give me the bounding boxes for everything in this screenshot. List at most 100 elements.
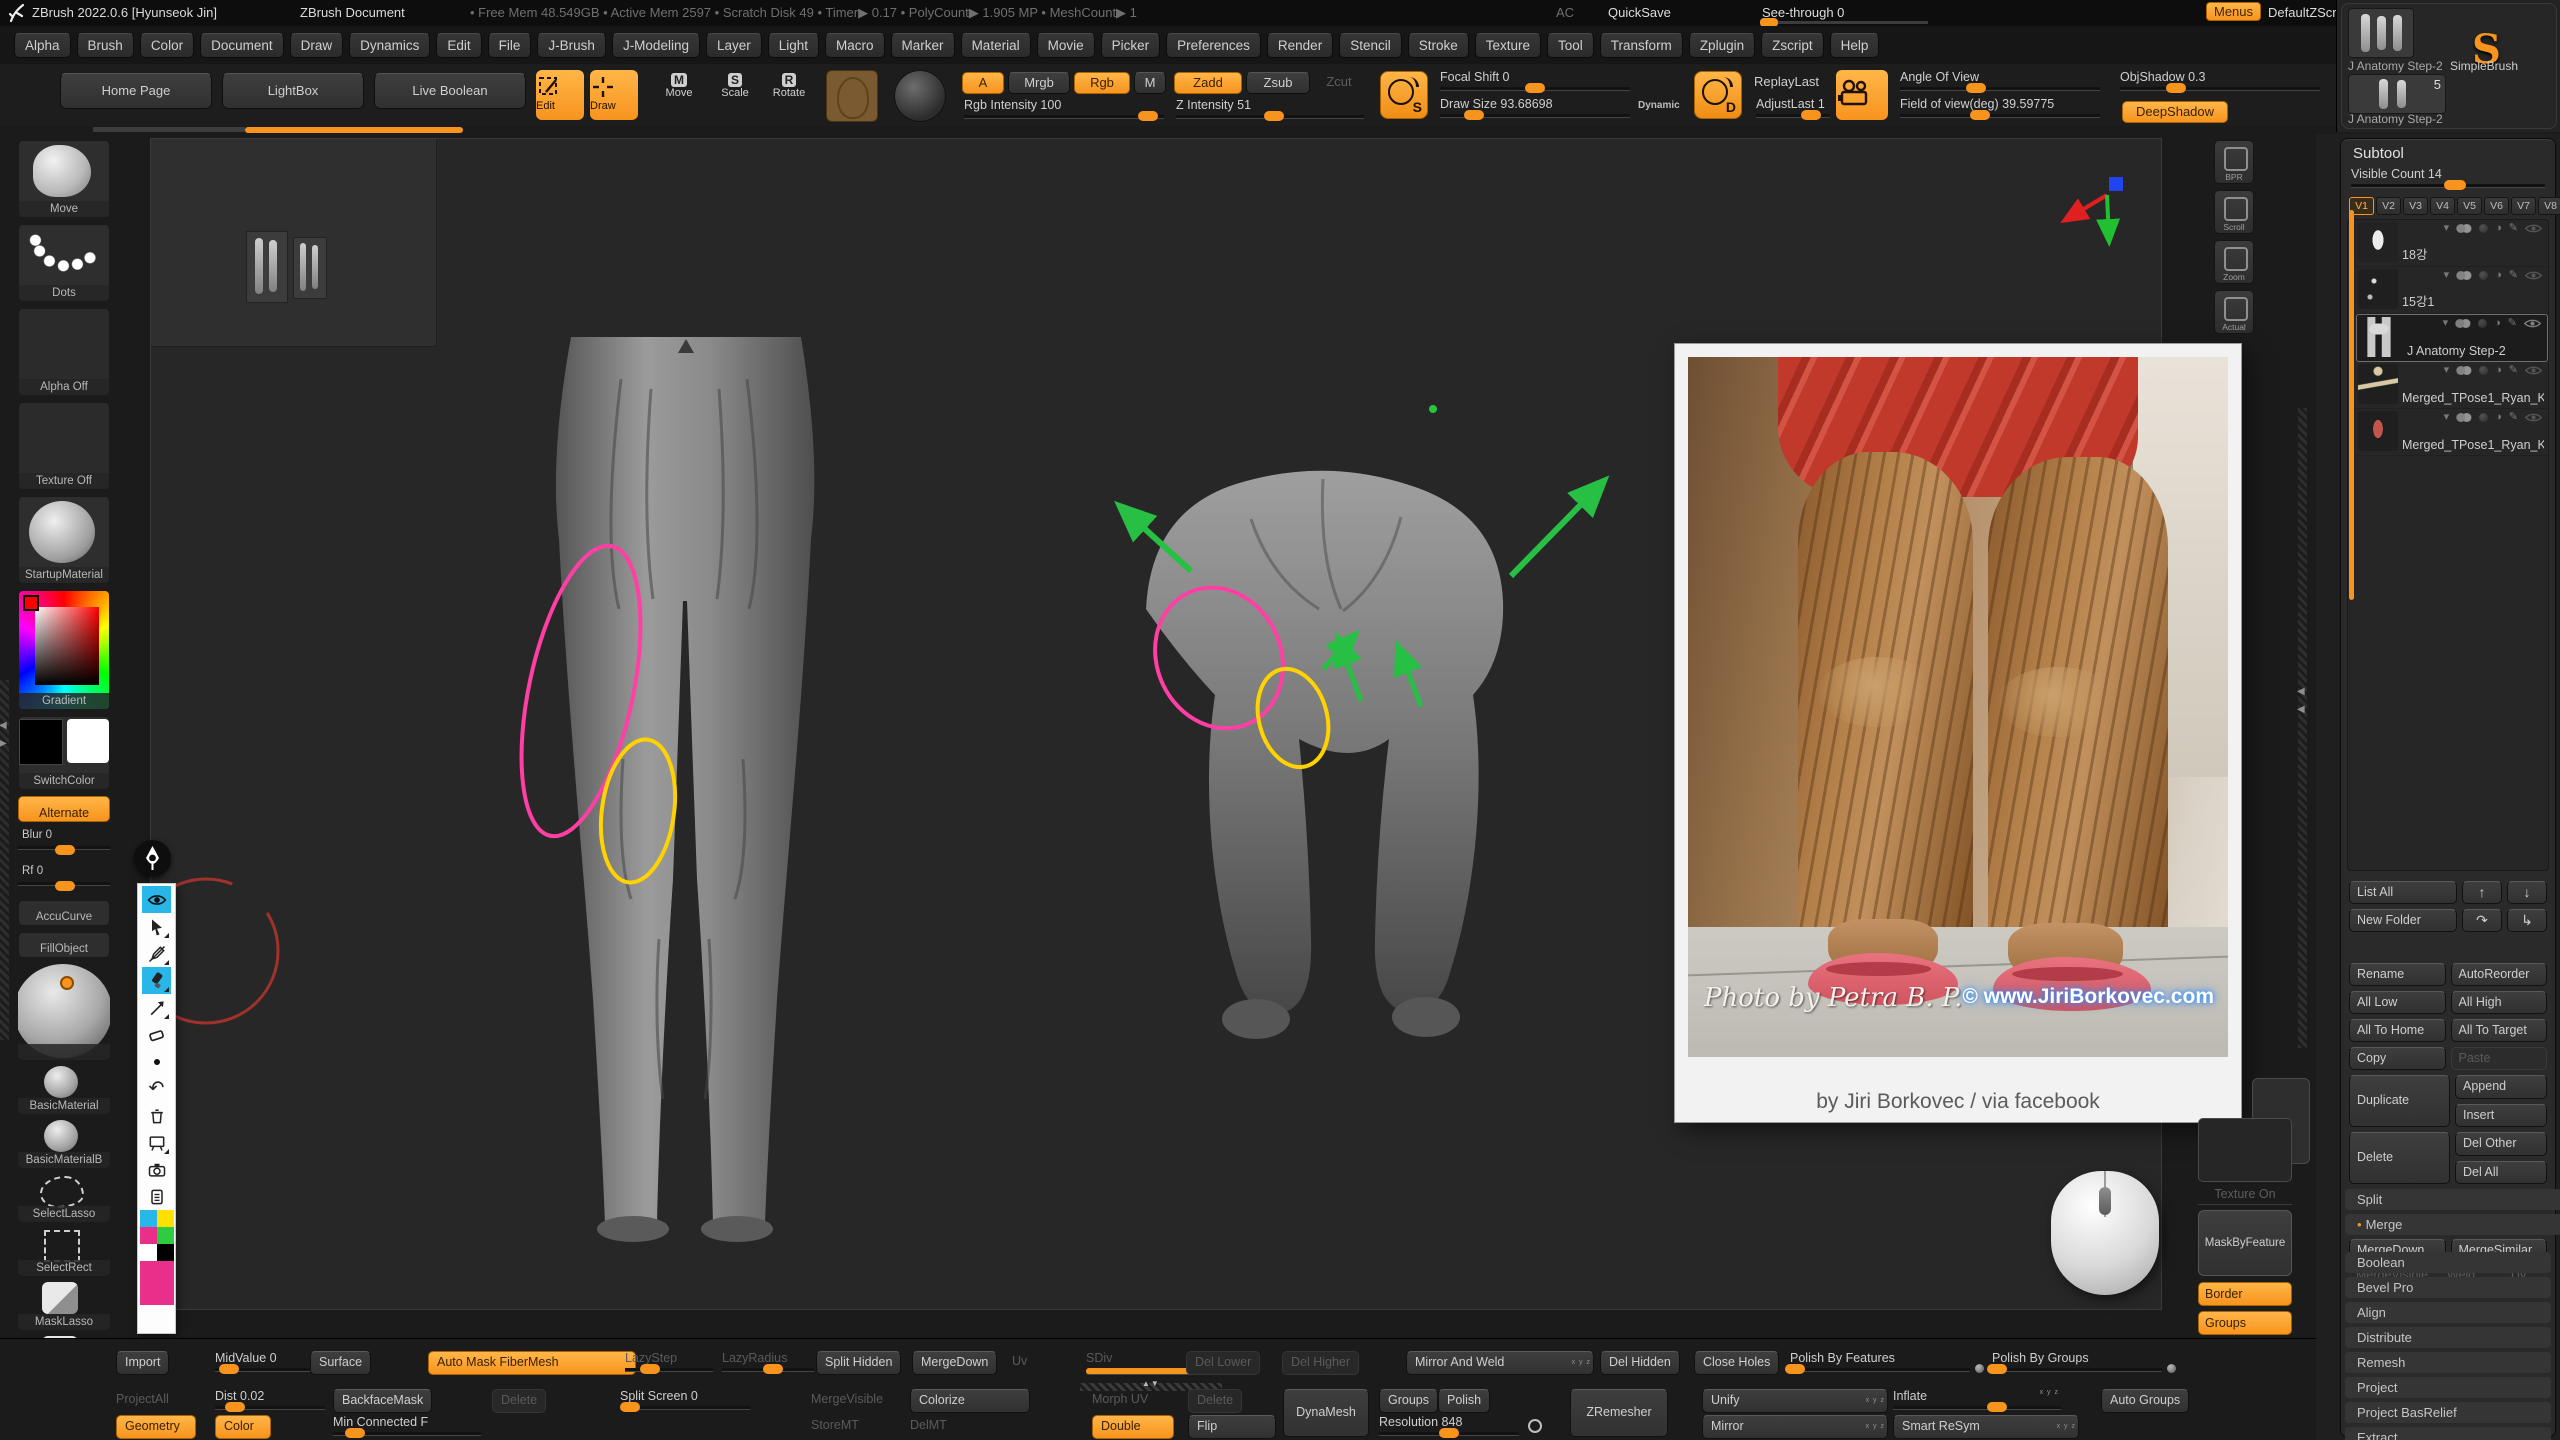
polyframe-arrow-icon[interactable]: ▾ [2444,223,2450,234]
section-header[interactable]: Distribute [2345,1327,2551,1348]
contrast-icon[interactable]: ◑ [2495,223,2502,234]
tool-slot-2-label[interactable]: J Anatomy Step-2 [2348,112,2468,126]
subtool-scrollbar[interactable] [2349,210,2354,600]
bottom-widget[interactable]: Dist 0.02 [215,1389,325,1410]
lightbox-button[interactable]: LightBox [222,73,364,109]
sidebar-tile[interactable]: Move [18,140,110,218]
visibility-eye-icon[interactable] [2525,223,2542,234]
see-through-track[interactable] [1760,21,1928,24]
menu-item[interactable]: Picker [1101,33,1161,58]
bottom-widget[interactable]: Resolution 848 [1379,1415,1519,1436]
bottom-widget[interactable]: Polish By Features [1790,1351,1970,1372]
subtool-palette-title[interactable]: Subtool [2353,145,2404,162]
bottom-widget[interactable]: Min Connected F [333,1415,481,1436]
sidebar-tile[interactable]: Gradient [18,590,110,710]
menu-item[interactable]: Help [1830,33,1880,58]
section-header[interactable]: Remesh [2345,1352,2551,1373]
camera-icon[interactable] [142,1156,171,1183]
all-high-button[interactable]: All High [2451,991,2548,1014]
bottom-widget[interactable]: Delete [492,1389,546,1413]
sidebar-tile[interactable]: SelectRect [18,1228,110,1276]
menu-item[interactable]: Macro [825,33,885,58]
sidebar-tile[interactable]: MaskLasso [18,1282,110,1330]
m-button[interactable]: M [1134,72,1166,94]
menu-item[interactable]: Dynamics [349,33,430,58]
bottom-widget[interactable]: Colorize [910,1389,1030,1413]
all-low-button[interactable]: All Low [2349,991,2446,1014]
menu-item[interactable]: Stroke [1408,33,1469,58]
bottom-widget[interactable]: Groups [1379,1389,1438,1413]
dot-size-icon[interactable] [142,1048,171,1075]
sidebar-tile[interactable]: FillObject [18,932,110,958]
sphere-icon[interactable] [2479,271,2488,280]
bottom-widget[interactable]: LazyRadius [722,1351,814,1372]
sidebar-tile[interactable]: Blur 0 [18,828,110,858]
sculpt-brush-icon[interactable]: ✎ [2509,270,2518,281]
new-folder-button[interactable]: New Folder [2349,909,2457,932]
menu-item[interactable]: Edit [436,33,481,58]
menu-item[interactable]: Draw [290,33,344,58]
bottom-widget[interactable]: Mirror And Weld x y z [1406,1351,1594,1375]
version-tab[interactable]: V4 [2430,197,2455,215]
cursor-icon[interactable] [142,913,171,940]
menus-toggle-button[interactable]: Menus [2206,2,2261,21]
delete-button[interactable]: Delete [2349,1132,2450,1184]
subtool-item[interactable]: ▾ ◑ ✎ 18강 [2356,220,2548,267]
bottom-widget[interactable]: Smart ReSym x y z [1893,1415,2079,1439]
subtool-item[interactable]: ▾ ◑ ✎ Merged_TPose1_Ryan_Kingslien [2356,409,2548,456]
visibility-eye-icon[interactable] [2525,412,2542,423]
polypaint-icon[interactable] [2456,366,2472,375]
sidebar-tile[interactable]: SelectLasso [18,1174,110,1222]
sculpt-canvas[interactable]: Photo by Petra B. P. © www.JiriBorkovec.… [150,138,2162,1310]
bottom-widget[interactable]: DelMT [910,1415,947,1436]
version-tab[interactable]: V7 [2511,197,2536,215]
sidebar-tile[interactable]: AccuCurve [18,900,110,926]
section-header[interactable]: Extract [2345,1427,2551,1440]
camera-button[interactable] [1836,70,1888,120]
tool-slot-2-thumbnail[interactable]: 5 [2348,74,2446,114]
stroke-type-s-button[interactable]: S [1380,71,1428,119]
trash-icon[interactable] [142,1102,171,1129]
rename-button[interactable]: Rename [2349,963,2446,986]
annotation-toolbar-handle[interactable] [134,840,171,877]
field-of-view-slider[interactable]: Field of view(deg) 39.59775 [1900,97,2100,118]
bottom-widget[interactable]: Uv [1012,1351,1027,1372]
border-button[interactable]: Border [2198,1282,2292,1306]
current-color-swatch[interactable] [140,1261,174,1305]
menu-item[interactable]: J-Modeling [612,33,700,58]
z-intensity-slider[interactable]: Z Intensity 51 [1176,98,1364,119]
deep-shadow-button[interactable]: DeepShadow [2122,101,2228,123]
sphere-icon[interactable] [2479,224,2488,233]
canvas-scrollbar-track[interactable] [93,127,245,132]
draw-button[interactable]: Draw [590,70,638,120]
sidebar-tile[interactable]: StartupMaterial [18,496,110,584]
angle-of-view-slider[interactable]: Angle Of View [1900,70,2100,91]
sidebar-tile[interactable]: Alpha Off [18,308,110,396]
menu-item[interactable]: J-Brush [537,33,606,58]
draw-size-slider[interactable]: Draw Size 93.68698 [1440,97,1630,118]
sculpt-brush-icon[interactable]: ✎ [2509,412,2518,423]
sculpt-brush-icon[interactable]: ✎ [2508,318,2517,329]
bottom-widget[interactable]: StoreMT [811,1415,859,1436]
menu-item[interactable]: Movie [1037,33,1095,58]
palette-grid[interactable] [140,1227,174,1244]
sphere-icon[interactable] [2479,413,2488,422]
whiteboard-icon[interactable] [142,1129,171,1156]
bottom-widget[interactable]: Split Screen 0 [620,1389,750,1410]
zsub-button[interactable]: Zsub [1246,72,1310,94]
sculpt-brush-icon[interactable]: ✎ [2509,365,2518,376]
bottom-widget[interactable]: BackfaceMask [333,1389,432,1413]
texture-on-label[interactable]: Texture On [2198,1187,2292,1205]
auto-reorder-button[interactable]: AutoReorder [2451,963,2548,986]
bottom-widget[interactable]: Import [116,1351,169,1375]
bottom-widget[interactable]: Geometry [116,1415,196,1439]
bottom-widget[interactable]: SDiv [1086,1351,1198,1375]
nav-tile[interactable]: BPR [2214,140,2254,184]
bottom-widget[interactable]: ProjectAll [116,1389,169,1410]
list-all-button[interactable]: List All [2349,881,2457,904]
duplicate-button[interactable]: Duplicate [2349,1075,2450,1127]
sphere-icon[interactable] [2479,366,2488,375]
arrow-line-icon[interactable] [142,994,171,1021]
visibility-eye-icon[interactable] [2525,270,2542,281]
section-header[interactable]: Bevel Pro [2345,1277,2551,1298]
